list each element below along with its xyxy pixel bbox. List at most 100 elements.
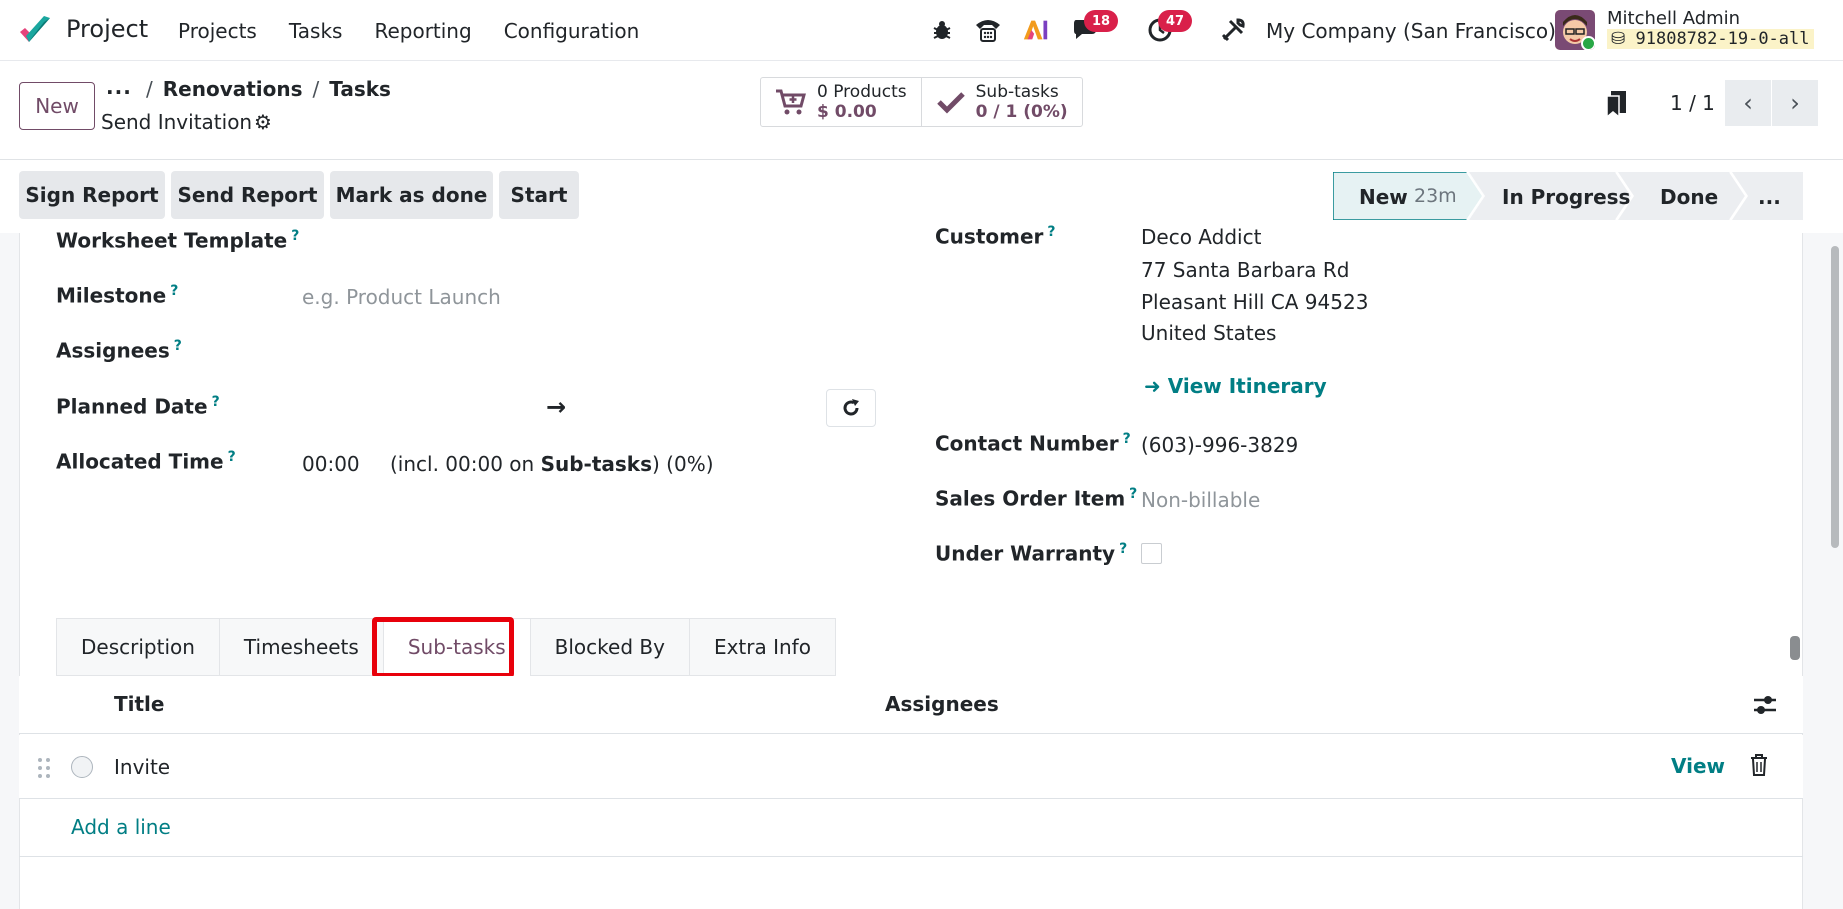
bookmark-icon[interactable] [1605,90,1629,118]
breadcrumb-separator: / [146,77,153,101]
under-warranty-checkbox[interactable] [1141,543,1162,564]
pager-value[interactable]: 1 / 1 [1670,91,1715,115]
new-button[interactable]: New [19,82,95,130]
gear-icon[interactable]: ⚙ [254,110,272,134]
help-icon[interactable]: ? [212,394,220,410]
chat-icon[interactable]: 18 [1072,10,1118,44]
add-a-line-link[interactable]: Add a line [71,815,171,839]
planned-date-label: Planned Date? [56,394,220,419]
products-amount: $ 0.00 [817,102,877,122]
reschedule-button[interactable] [826,389,876,427]
column-title[interactable]: Title [114,692,164,716]
sales-order-item-label-text: Sales Order Item [935,486,1126,511]
help-icon[interactable]: ? [1047,224,1055,240]
main-menu: Projects Tasks Reporting Configuration [178,19,671,43]
activity-clock-icon[interactable]: 47 [1146,10,1192,44]
stage-in-progress[interactable]: In Progress [1502,185,1630,209]
contact-number-label-text: Contact Number [935,431,1119,456]
table-row[interactable]: Invite View [19,735,1803,799]
worksheet-template-label: Worksheet Template? [56,228,299,253]
online-status-dot [1581,36,1595,50]
allocated-info-subtasks: Sub-tasks [540,452,653,476]
user-name[interactable]: Mitchell Admin [1607,8,1740,29]
help-icon[interactable]: ? [170,283,178,299]
column-assignees[interactable]: Assignees [885,692,999,716]
stage-done[interactable]: Done [1660,185,1718,209]
app-name[interactable]: Project [66,15,148,43]
worksheet-template-label-text: Worksheet Template [56,228,288,253]
tab-blocked-by[interactable]: Blocked By [529,618,689,676]
company-switcher[interactable]: My Company (San Francisco) [1266,19,1556,43]
assignees-input[interactable] [302,330,872,366]
messages-badge: 18 [1084,10,1118,32]
project-app-icon[interactable] [18,14,52,46]
user-avatar[interactable] [1555,10,1595,50]
customer-name[interactable]: Deco Addict [1141,225,1261,249]
milestone-input[interactable]: e.g. Product Launch [302,285,501,309]
breadcrumb-separator: / [312,77,320,101]
start-button[interactable]: Start [499,171,579,219]
breadcrumb-renovations[interactable]: Renovations [163,77,303,101]
products-count: 0 Products [817,82,907,102]
planned-date-end-input[interactable] [585,388,815,424]
menu-projects[interactable]: Projects [178,19,257,43]
database-name: ⛁ 91808782-19-0-all [1607,29,1814,49]
menu-reporting[interactable]: Reporting [374,19,471,43]
contact-number-label: Contact Number? [935,431,1131,456]
send-report-button[interactable]: Send Report [171,171,324,219]
menu-tasks[interactable]: Tasks [289,19,343,43]
subtask-state-toggle[interactable] [71,756,93,778]
allocated-time-input[interactable]: 00:00 [302,452,360,476]
breadcrumb-more[interactable]: ··· [106,80,132,104]
help-icon[interactable]: ? [291,228,299,244]
tab-extra-info[interactable]: Extra Info [688,618,836,676]
assignees-label: Assignees? [56,338,182,363]
pager-next-button[interactable]: › [1772,80,1818,126]
subtask-view-button[interactable]: View [1671,754,1725,778]
products-smart-button[interactable]: 0 Products $ 0.00 [761,78,921,126]
stage-more[interactable]: ... [1758,185,1781,209]
customer-address-line3: United States [1141,321,1277,345]
subtasks-smart-button[interactable]: Sub-tasks 0 / 1 (0%) [920,78,1082,126]
tab-sub-tasks[interactable]: Sub-tasks [382,618,530,676]
database-name-text: 91808782-19-0-all [1635,29,1810,49]
subtasks-label: Sub-tasks [975,82,1059,102]
subtask-title[interactable]: Invite [114,755,170,779]
page-scrollbar[interactable] [1831,246,1839,548]
form-sheet [19,233,1803,909]
sales-order-item-input[interactable]: Non-billable [1141,488,1260,512]
subtasks-list-header: Title Assignees [19,676,1803,734]
help-icon[interactable]: ? [1119,541,1127,557]
drag-handle-icon[interactable] [37,757,51,779]
allocated-time-label: Allocated Time? [56,449,236,474]
trash-icon[interactable] [1749,753,1769,777]
planned-date-start-input[interactable] [302,388,532,424]
tab-description[interactable]: Description [56,618,219,676]
help-icon[interactable]: ? [174,338,182,354]
tabs-scrollbar[interactable] [1790,636,1800,660]
sales-order-item-label: Sales Order Item? [935,486,1137,511]
breadcrumb-tasks[interactable]: Tasks [329,77,391,101]
milestone-label-text: Milestone [56,283,167,308]
assignees-label-text: Assignees [56,338,170,363]
chevron-right-icon: › [1790,89,1800,117]
pager-previous-button[interactable]: ‹ [1725,80,1771,126]
allocated-subtasks-info: (incl. 00:00 on Sub-tasks) (0%) [390,452,714,476]
tools-icon[interactable] [1219,16,1247,44]
stage-new[interactable]: New [1359,185,1408,209]
bug-icon[interactable] [928,16,956,44]
ai-icon[interactable] [1022,16,1050,44]
phone-icon[interactable] [974,16,1002,44]
tab-timesheets[interactable]: Timesheets [218,618,383,676]
sign-report-button[interactable]: Sign Report [19,171,165,219]
help-icon[interactable]: ? [1129,486,1137,502]
view-itinerary-link[interactable]: ➜ View Itinerary [1144,374,1327,398]
menu-configuration[interactable]: Configuration [504,19,640,43]
under-warranty-label: Under Warranty? [935,541,1127,566]
help-icon[interactable]: ? [228,449,236,465]
contact-number-value[interactable]: (603)-996-3829 [1141,433,1298,457]
mark-as-done-button[interactable]: Mark as done [330,171,493,219]
customer-address-line2: Pleasant Hill CA 94523 [1141,290,1369,314]
optional-columns-icon[interactable] [1752,693,1778,717]
help-icon[interactable]: ? [1123,431,1131,447]
